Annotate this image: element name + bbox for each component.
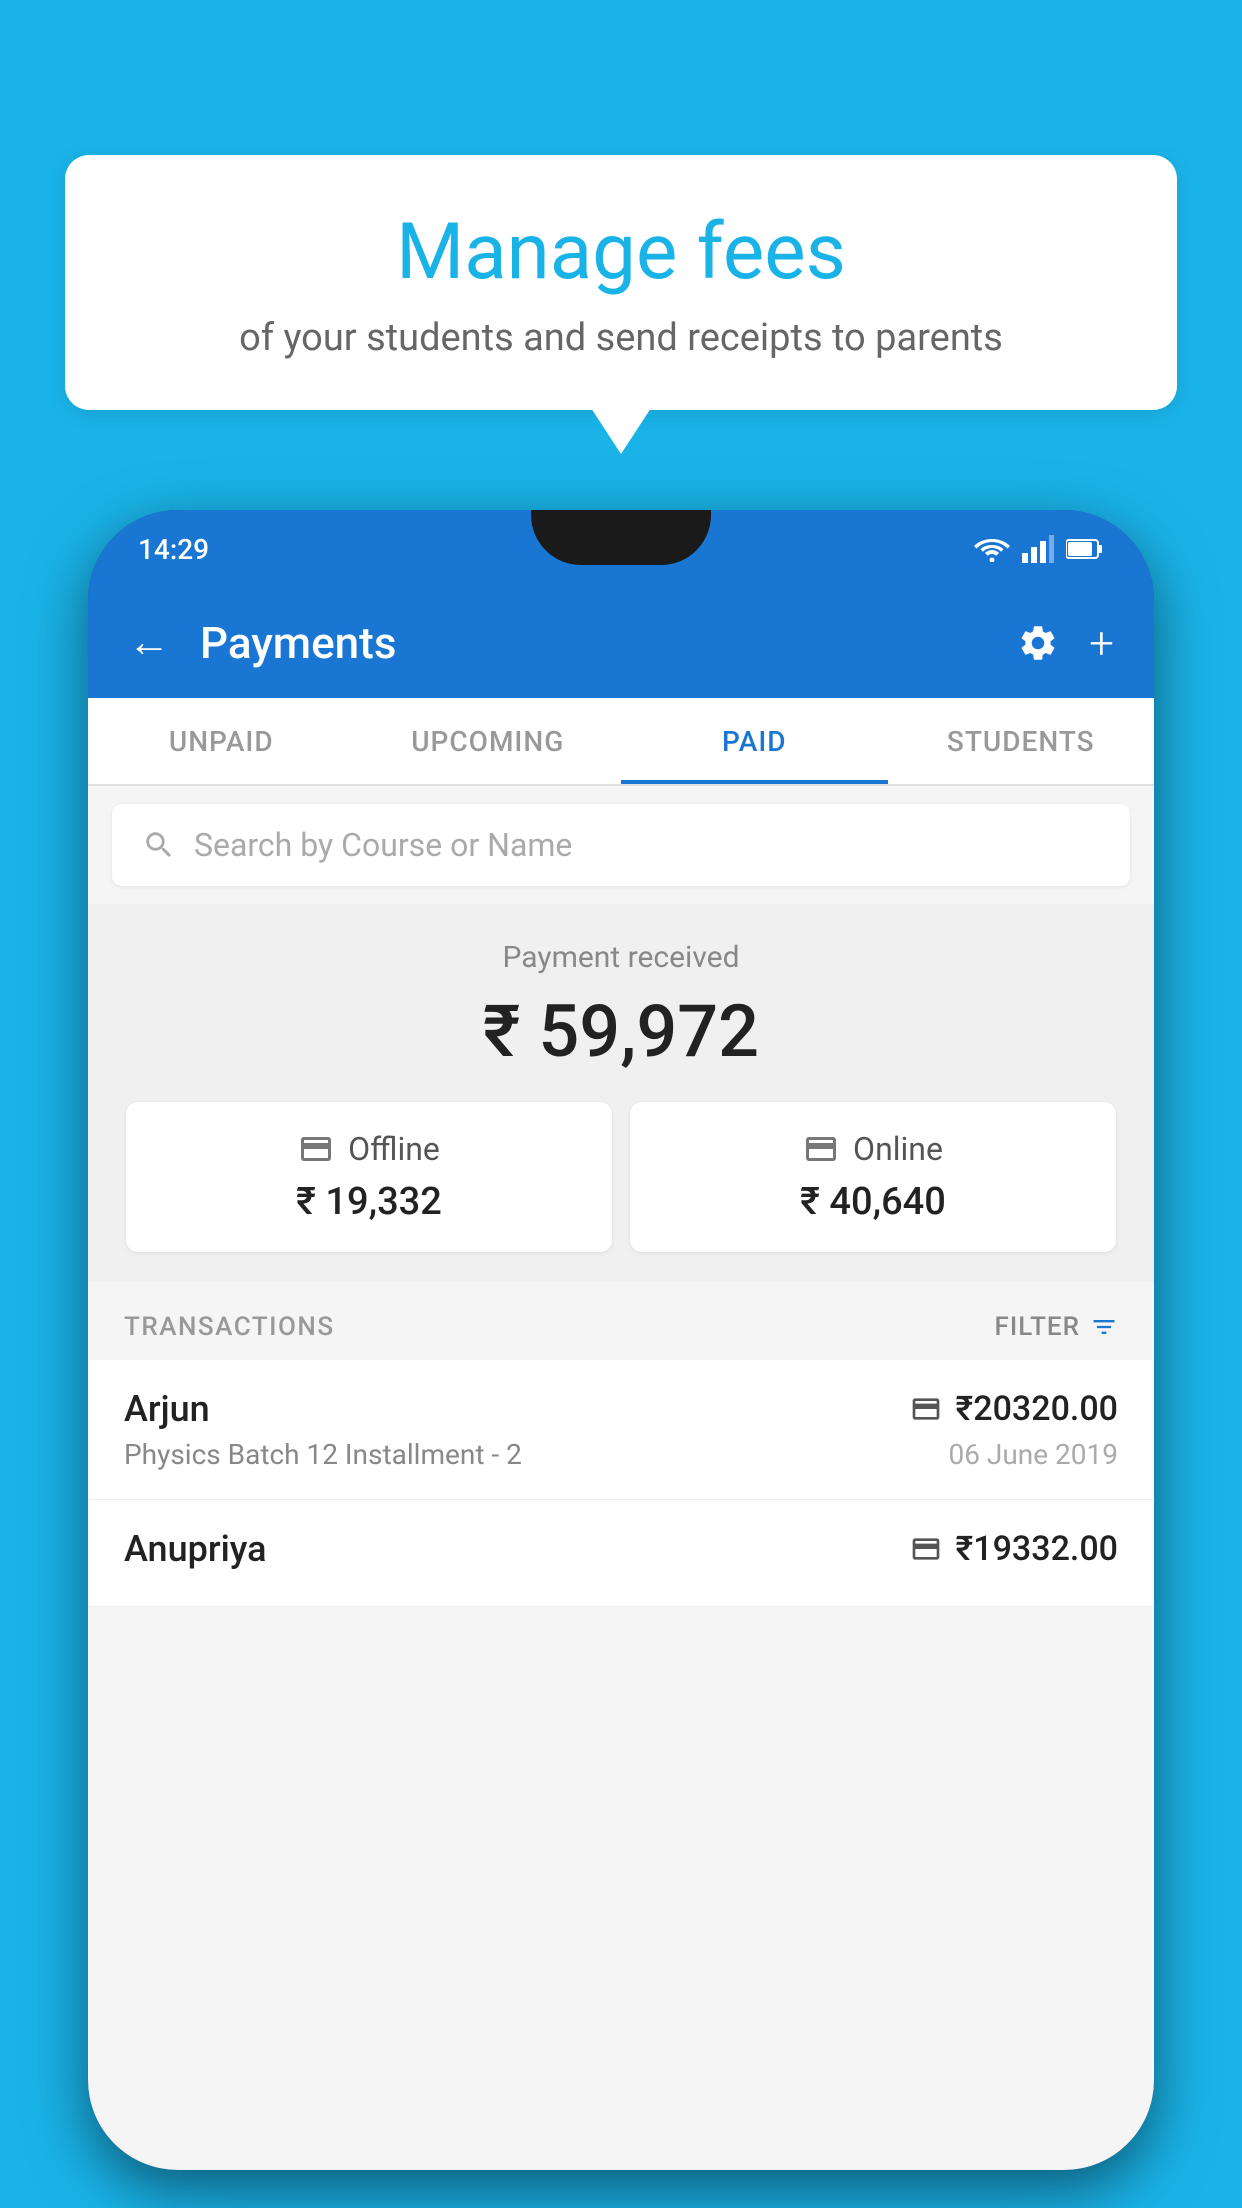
cash-icon — [298, 1131, 334, 1167]
transaction-name: Arjun — [124, 1388, 210, 1430]
card-icon — [803, 1131, 839, 1167]
offline-amount: ₹ 19,332 — [150, 1180, 588, 1224]
signal-icon — [1022, 535, 1054, 563]
transactions-label: TRANSACTIONS — [124, 1312, 335, 1342]
table-row[interactable]: Anupriya ₹19332.00 — [88, 1500, 1154, 1607]
payment-cards: Offline ₹ 19,332 — [108, 1102, 1134, 1252]
status-icons — [974, 535, 1104, 563]
transaction-course: Physics Batch 12 Installment - 2 — [124, 1438, 522, 1471]
filter-icon — [1090, 1313, 1118, 1341]
search-icon — [142, 828, 176, 862]
battery-icon — [1066, 538, 1104, 560]
notch — [531, 510, 711, 565]
app-header: ← Payments + — [88, 588, 1154, 698]
back-button[interactable]: ← — [128, 622, 170, 664]
main-content: Search by Course or Name Payment receive… — [88, 786, 1154, 2170]
page-title: Payments — [200, 617, 997, 669]
transaction-name: Anupriya — [124, 1528, 267, 1570]
offline-label: Offline — [348, 1130, 440, 1168]
table-row[interactable]: Arjun ₹20320.00 Physics — [88, 1360, 1154, 1500]
wifi-icon — [974, 536, 1010, 562]
phone-frame: 14:29 — [88, 510, 1154, 2208]
tab-unpaid[interactable]: UNPAID — [88, 698, 355, 784]
transaction-amount: ₹20320.00 — [956, 1389, 1118, 1429]
add-button[interactable]: + — [1089, 617, 1114, 669]
status-time: 14:29 — [138, 533, 209, 566]
header-actions: + — [1017, 617, 1114, 669]
filter-label: FILTER — [995, 1312, 1080, 1342]
status-bar: 14:29 — [88, 510, 1154, 588]
speech-bubble-title: Manage fees — [125, 210, 1117, 296]
online-amount: ₹ 40,640 — [654, 1180, 1092, 1224]
filter-button[interactable]: FILTER — [995, 1312, 1118, 1342]
transaction-list: Arjun ₹20320.00 Physics — [88, 1360, 1154, 1607]
payment-received-label: Payment received — [108, 940, 1134, 975]
offline-payment-card: Offline ₹ 19,332 — [126, 1102, 612, 1252]
tab-paid[interactable]: PAID — [621, 698, 888, 784]
transaction-amount-wrap: ₹20320.00 — [910, 1389, 1118, 1429]
transaction-amount: ₹19332.00 — [956, 1529, 1118, 1569]
payment-received-amount: ₹ 59,972 — [108, 989, 1134, 1074]
cash-payment-icon — [910, 1533, 942, 1565]
search-bar[interactable]: Search by Course or Name — [112, 804, 1130, 886]
settings-icon[interactable] — [1017, 622, 1059, 664]
transactions-header: TRANSACTIONS FILTER — [88, 1282, 1154, 1360]
tab-students[interactable]: STUDENTS — [888, 698, 1155, 784]
online-payment-card: Online ₹ 40,640 — [630, 1102, 1116, 1252]
speech-bubble: Manage fees of your students and send re… — [65, 155, 1177, 410]
payment-received-section: Payment received ₹ 59,972 Offli — [88, 904, 1154, 1282]
speech-bubble-subtitle: of your students and send receipts to pa… — [125, 316, 1117, 360]
tab-bar: UNPAID UPCOMING PAID STUDENTS — [88, 698, 1154, 786]
online-label: Online — [853, 1130, 943, 1168]
search-input-placeholder[interactable]: Search by Course or Name — [194, 826, 572, 864]
transaction-amount-wrap: ₹19332.00 — [910, 1529, 1118, 1569]
tab-upcoming[interactable]: UPCOMING — [355, 698, 622, 784]
transaction-date: 06 June 2019 — [948, 1438, 1118, 1471]
payment-type-icon — [910, 1393, 942, 1425]
